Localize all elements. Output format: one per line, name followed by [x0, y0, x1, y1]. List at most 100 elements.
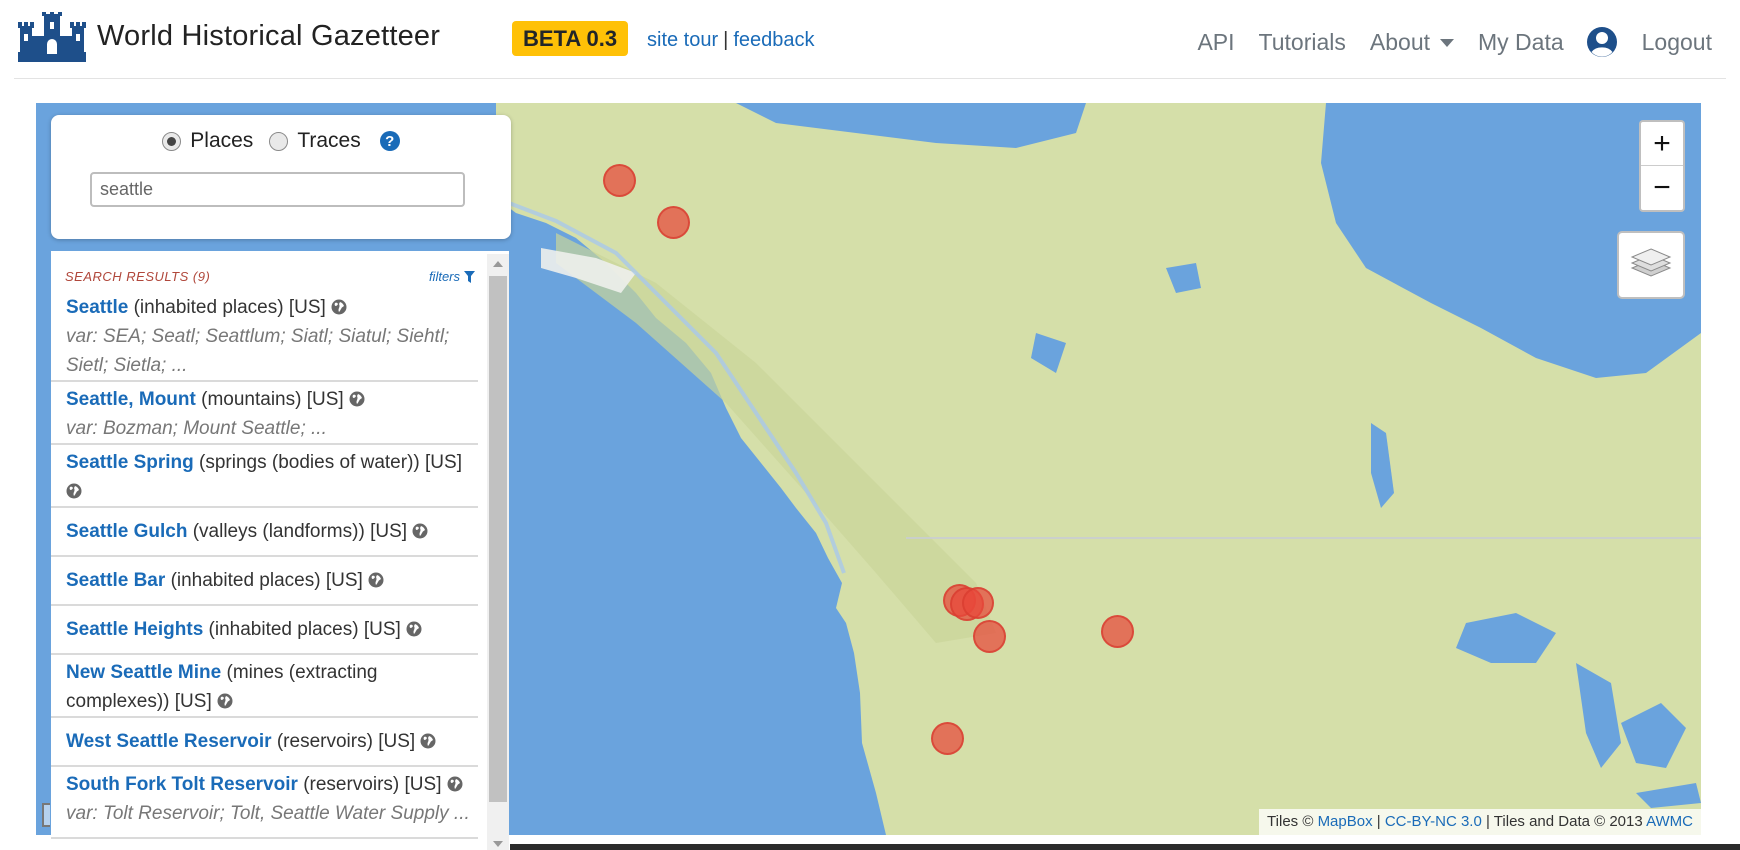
radio-traces[interactable]	[269, 131, 289, 151]
globe-icon[interactable]	[331, 295, 347, 315]
result-type: (reservoirs)	[303, 774, 400, 795]
nav-api[interactable]: API	[1197, 29, 1234, 56]
mapbox-link[interactable]: MapBox	[1318, 813, 1373, 830]
globe-icon[interactable]	[406, 617, 422, 637]
beta-badge: BETA 0.3	[512, 21, 629, 56]
result-item[interactable]: Seattle, Mount (mountains) [US] var: Boz…	[51, 382, 478, 445]
map-marker[interactable]	[657, 206, 690, 239]
result-item[interactable]: Seattle Gulch (valleys (landforms)) [US]	[51, 508, 478, 557]
radio-places-label[interactable]: Places	[190, 129, 253, 153]
result-name-link[interactable]: Seattle Heights	[66, 619, 203, 640]
radio-traces-label[interactable]: Traces	[297, 129, 360, 153]
map-marker[interactable]	[973, 620, 1006, 653]
attribution-tiles: Tiles ©	[1267, 813, 1314, 830]
result-country: [US]	[404, 774, 442, 795]
map-marker[interactable]	[962, 587, 994, 619]
nav-logout[interactable]: Logout	[1642, 29, 1712, 56]
feedback-link[interactable]: feedback	[733, 29, 814, 51]
layers-icon	[1630, 248, 1672, 277]
result-country: [US]	[288, 297, 326, 318]
result-country: [US]	[306, 389, 344, 410]
scale-indicator	[42, 803, 50, 827]
result-item[interactable]: Seattle Bar (inhabited places) [US]	[51, 557, 478, 606]
result-country: [US]	[378, 731, 416, 752]
results-header: SEARCH RESULTS (9) filters	[65, 269, 475, 285]
filters-button[interactable]: filters	[429, 269, 475, 284]
search-panel: Places Traces ?	[51, 115, 511, 239]
brand-title[interactable]: World Historical Gazetteer	[97, 20, 440, 53]
result-type: (inhabited places)	[170, 570, 321, 591]
navbar: World Historical Gazetteer BETA 0.3 site…	[0, 0, 1740, 80]
result-type: (mountains)	[201, 389, 302, 410]
result-variants: var: Bozman; Mount Seattle; ...	[66, 418, 327, 439]
result-country: [US]	[174, 691, 212, 712]
map-marker[interactable]	[1101, 615, 1134, 648]
nav-divider	[14, 78, 1726, 79]
chevron-down-icon	[1440, 39, 1454, 47]
result-name-link[interactable]: Seattle Gulch	[66, 521, 187, 542]
user-icon[interactable]	[1586, 26, 1618, 58]
logo-castle-icon[interactable]	[18, 12, 86, 62]
search-results-panel: SEARCH RESULTS (9) filters Seattle (inha…	[51, 251, 509, 850]
filter-icon	[464, 270, 475, 283]
awmc-link[interactable]: AWMC	[1646, 813, 1693, 830]
result-type: (inhabited places)	[208, 619, 359, 640]
result-name-link[interactable]: Seattle Spring	[66, 452, 194, 473]
result-item[interactable]: Seattle Spring (springs (bodies of water…	[51, 445, 478, 508]
results-count-title: SEARCH RESULTS (9)	[65, 269, 211, 284]
nav-about-dropdown[interactable]: About	[1370, 29, 1454, 56]
nav-tutorials[interactable]: Tutorials	[1259, 29, 1346, 56]
scroll-thumb[interactable]	[489, 276, 507, 802]
result-item[interactable]: New Seattle Mine (mines (extracting comp…	[51, 655, 478, 718]
globe-icon[interactable]	[420, 729, 436, 749]
scroll-up-arrow[interactable]	[493, 261, 503, 267]
globe-icon[interactable]	[447, 772, 463, 792]
map-attribution: Tiles © MapBox | CC-BY-NC 3.0 | Tiles an…	[1259, 809, 1701, 835]
result-item[interactable]: Seattle (inhabited places) [US] var: SEA…	[51, 293, 478, 382]
results-scrollbar[interactable]	[487, 254, 509, 850]
result-name-link[interactable]: South Fork Tolt Reservoir	[66, 774, 298, 795]
result-variants: var: Tolt Reservoir; Tolt, Seattle Water…	[66, 803, 470, 824]
zoom-out-button[interactable]: −	[1641, 166, 1683, 210]
result-name-link[interactable]: New Seattle Mine	[66, 662, 221, 683]
search-mode-toggle: Places Traces ?	[51, 129, 511, 153]
nav-about-label: About	[1369, 28, 1430, 55]
result-name-link[interactable]: Seattle, Mount	[66, 389, 196, 410]
globe-icon[interactable]	[412, 519, 428, 539]
globe-icon[interactable]	[217, 689, 233, 709]
result-name-link[interactable]: Seattle	[66, 297, 128, 318]
filters-label: filters	[428, 269, 460, 284]
result-country: [US]	[425, 452, 462, 473]
map-marker[interactable]	[931, 722, 964, 755]
result-country: [US]	[325, 570, 363, 591]
site-tour-link[interactable]: site tour	[647, 29, 718, 51]
radio-places[interactable]	[162, 131, 182, 151]
result-type: (inhabited places)	[133, 297, 284, 318]
zoom-control: + −	[1639, 120, 1685, 212]
result-item[interactable]: South Fork Tolt Reservoir (reservoirs) […	[51, 767, 478, 839]
nav-left-links: site tour | feedback	[647, 29, 815, 52]
globe-icon[interactable]	[368, 568, 384, 588]
result-name-link[interactable]: West Seattle Reservoir	[66, 731, 272, 752]
result-variants: var: SEA; Seatl; Seattlum; Siatl; Siatul…	[66, 326, 450, 376]
attribution-separator: |	[1376, 813, 1381, 830]
result-type: (valleys (landforms))	[192, 521, 365, 542]
nav-my-data[interactable]: My Data	[1478, 29, 1564, 56]
result-name-link[interactable]: Seattle Bar	[66, 570, 165, 591]
layers-button[interactable]	[1617, 231, 1685, 299]
map-marker[interactable]	[603, 164, 636, 197]
globe-icon[interactable]	[66, 479, 82, 499]
license-link[interactable]: CC-BY-NC 3.0	[1385, 813, 1482, 830]
attribution-data: | Tiles and Data © 2013	[1486, 813, 1643, 830]
result-item[interactable]: Seattle Heights (inhabited places) [US]	[51, 606, 478, 655]
result-item[interactable]: West Seattle Reservoir (reservoirs) [US]	[51, 718, 478, 767]
globe-icon[interactable]	[349, 387, 365, 407]
link-separator: |	[723, 29, 729, 51]
zoom-in-button[interactable]: +	[1641, 122, 1683, 166]
help-icon[interactable]: ?	[379, 131, 400, 151]
result-country: [US]	[363, 619, 401, 640]
search-input[interactable]	[90, 172, 465, 207]
scroll-down-arrow[interactable]	[493, 841, 503, 847]
results-list: Seattle (inhabited places) [US] var: SEA…	[51, 293, 478, 839]
result-country: [US]	[370, 521, 408, 542]
